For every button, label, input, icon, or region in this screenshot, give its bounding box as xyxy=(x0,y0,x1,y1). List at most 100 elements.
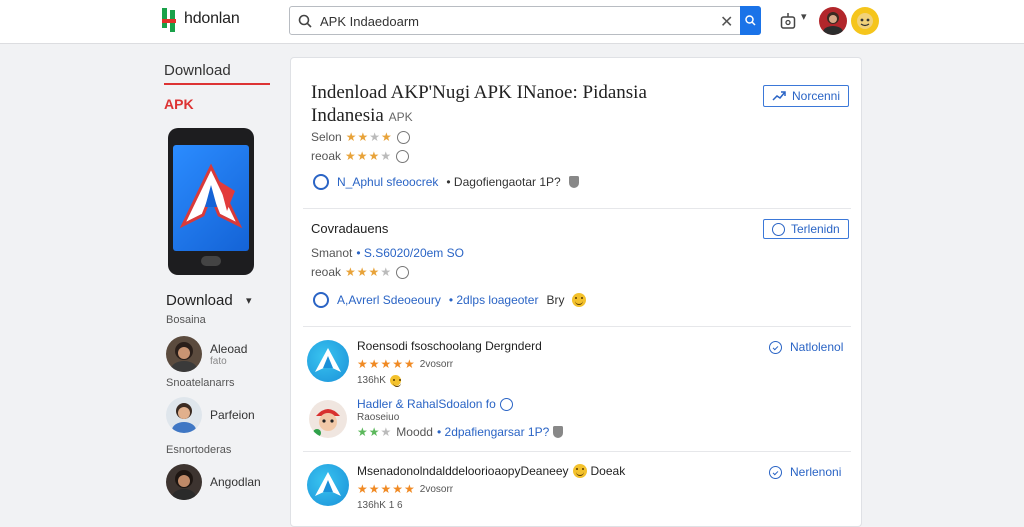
smiley-icon xyxy=(572,293,587,307)
rating-label: reoak xyxy=(311,149,342,163)
share-icon[interactable] xyxy=(780,12,796,30)
app-title[interactable]: Roensodi fsoschoolang Dergnderd xyxy=(357,339,542,353)
app-logo-icon xyxy=(179,163,243,229)
star-rating: ★★★★ xyxy=(345,265,393,279)
app-extra: Doeak xyxy=(590,464,626,478)
check-icon xyxy=(769,465,782,479)
sidebar-heading[interactable]: Download xyxy=(164,62,231,79)
app-icon[interactable] xyxy=(309,400,347,438)
app-title[interactable]: Hadler & RahalSdoalon fo xyxy=(357,397,513,411)
divider xyxy=(303,208,851,209)
person-sub: fato xyxy=(210,355,227,367)
search-icon xyxy=(298,14,312,28)
check-icon xyxy=(772,222,785,236)
divider xyxy=(303,326,851,327)
link-text[interactable]: A,Avrerl Sdeoeoury xyxy=(337,293,441,307)
person-item[interactable]: Aleoad fato xyxy=(166,336,247,372)
rating-row: reoak ★★★★ xyxy=(311,149,410,163)
link-text[interactable]: N_Aphul sfeoocrek xyxy=(337,175,438,189)
app-action-button[interactable]: Nerlenoni xyxy=(769,465,841,479)
app-meta: 2vosorr xyxy=(419,483,454,495)
app-icon[interactable] xyxy=(307,464,349,506)
link-extra: Bry xyxy=(546,293,565,307)
badge-icon xyxy=(389,375,401,387)
page-title: Indenload AKP'Nugi APK INanoe: Pidansia … xyxy=(311,81,647,129)
link-meta: • Dagofiengaotar 1P? xyxy=(446,175,561,189)
user-avatar[interactable] xyxy=(819,7,847,35)
person-avatar xyxy=(166,397,202,433)
stat-value: • S.S6020/20em SO xyxy=(356,246,464,260)
search-box[interactable]: ✕ xyxy=(289,6,761,35)
person-name: Angodlan xyxy=(210,475,261,489)
button-label: Nerlenoni xyxy=(790,465,842,479)
app-meta: • 2dpafiengarsar 1P? xyxy=(436,425,550,439)
top-bar: hdonlan ✕ ▾ xyxy=(0,0,1024,44)
apk-tag: APK xyxy=(164,96,194,112)
person-avatar xyxy=(166,464,202,500)
count-label: Moodd xyxy=(396,425,433,439)
main-card: Indenload AKP'Nugi APK INanoe: Pidansia … xyxy=(290,57,862,527)
star-rating: ★★★★ xyxy=(345,130,393,144)
logo-text: hdonlan xyxy=(184,10,240,27)
phone-image xyxy=(168,128,254,275)
star-rating: ★★★★★ xyxy=(357,482,416,496)
rating-row: reoak ★★★★ xyxy=(311,265,410,279)
person-item[interactable]: Angodlan xyxy=(166,464,261,500)
button-label: Terlenidn xyxy=(791,222,840,236)
section-button[interactable]: Terlenidn xyxy=(763,219,849,239)
stat-label: Smanot xyxy=(311,246,353,260)
person-name: Parfeion xyxy=(210,408,255,422)
rating-row: Selon ★★★★ xyxy=(311,130,410,144)
caret-down-icon[interactable]: ▾ xyxy=(246,294,252,307)
app-sub: Raoseiuo xyxy=(357,412,400,423)
app-title-text: MsenadonolndalddeloorioaopyDeaneey xyxy=(357,464,569,478)
section-label: Bosaina xyxy=(166,314,206,326)
count-label: 136hK xyxy=(357,375,386,386)
app-action-button[interactable]: Natlolenol xyxy=(769,340,843,354)
trend-icon xyxy=(772,91,786,101)
app-meta: 2vosorr xyxy=(419,358,454,370)
section-title: Covradauens xyxy=(311,221,389,236)
link-meta: • 2dlps loageoter xyxy=(448,293,539,307)
app-count: 136hK 1 6 xyxy=(357,500,403,511)
logo-icon xyxy=(160,6,182,32)
search-button[interactable] xyxy=(740,6,761,35)
app-icon[interactable] xyxy=(307,340,349,382)
app-count: 136hK xyxy=(357,375,401,387)
stat-row: Smanot • S.S6020/20em SO xyxy=(311,246,464,260)
link-row[interactable]: A,Avrerl Sdeoeoury • 2dlps loageoter Bry xyxy=(313,292,587,308)
apk-label: APK xyxy=(388,110,413,124)
section-label: Esnortoderas xyxy=(166,444,232,456)
star-rating: ★★★★★ xyxy=(357,357,416,371)
shield-icon xyxy=(553,426,564,438)
info-icon xyxy=(396,130,410,144)
check-icon xyxy=(769,340,782,354)
info-icon xyxy=(396,149,410,163)
search-icon xyxy=(313,292,329,308)
search-icon xyxy=(313,174,329,190)
info-icon xyxy=(396,265,410,279)
top-action-button[interactable]: Norcenni xyxy=(763,85,850,107)
rating-label: reoak xyxy=(311,265,342,279)
app-title[interactable]: MsenadonolndalddeloorioaopyDeaneey Doeak xyxy=(357,464,625,478)
download-heading[interactable]: Download xyxy=(166,292,233,309)
button-label: Norcenni xyxy=(792,89,841,103)
person-avatar xyxy=(166,336,202,372)
active-underline xyxy=(164,83,270,85)
search-icon xyxy=(745,15,756,26)
shield-icon xyxy=(568,176,579,188)
clear-icon[interactable]: ✕ xyxy=(720,12,733,32)
search-input[interactable] xyxy=(320,11,700,31)
app-rating: ★★★ Moodd • 2dpafiengarsar 1P? xyxy=(357,425,564,439)
link-row[interactable]: N_Aphul sfeoocrek • Dagofiengaotar 1P? xyxy=(313,174,579,190)
person-name: Aleoad xyxy=(210,341,248,356)
divider xyxy=(303,451,851,452)
button-label: Natlolenol xyxy=(790,340,844,354)
app-rating: ★★★★★ 2vosorr xyxy=(357,357,453,371)
chevron-down-icon[interactable]: ▾ xyxy=(801,10,807,23)
site-logo[interactable]: hdonlan xyxy=(160,6,240,32)
person-item[interactable]: Parfeion xyxy=(166,397,255,433)
smiley-icon xyxy=(572,464,587,478)
app-rating: ★★★★★ 2vosorr xyxy=(357,482,453,496)
notification-avatar[interactable] xyxy=(851,7,879,35)
